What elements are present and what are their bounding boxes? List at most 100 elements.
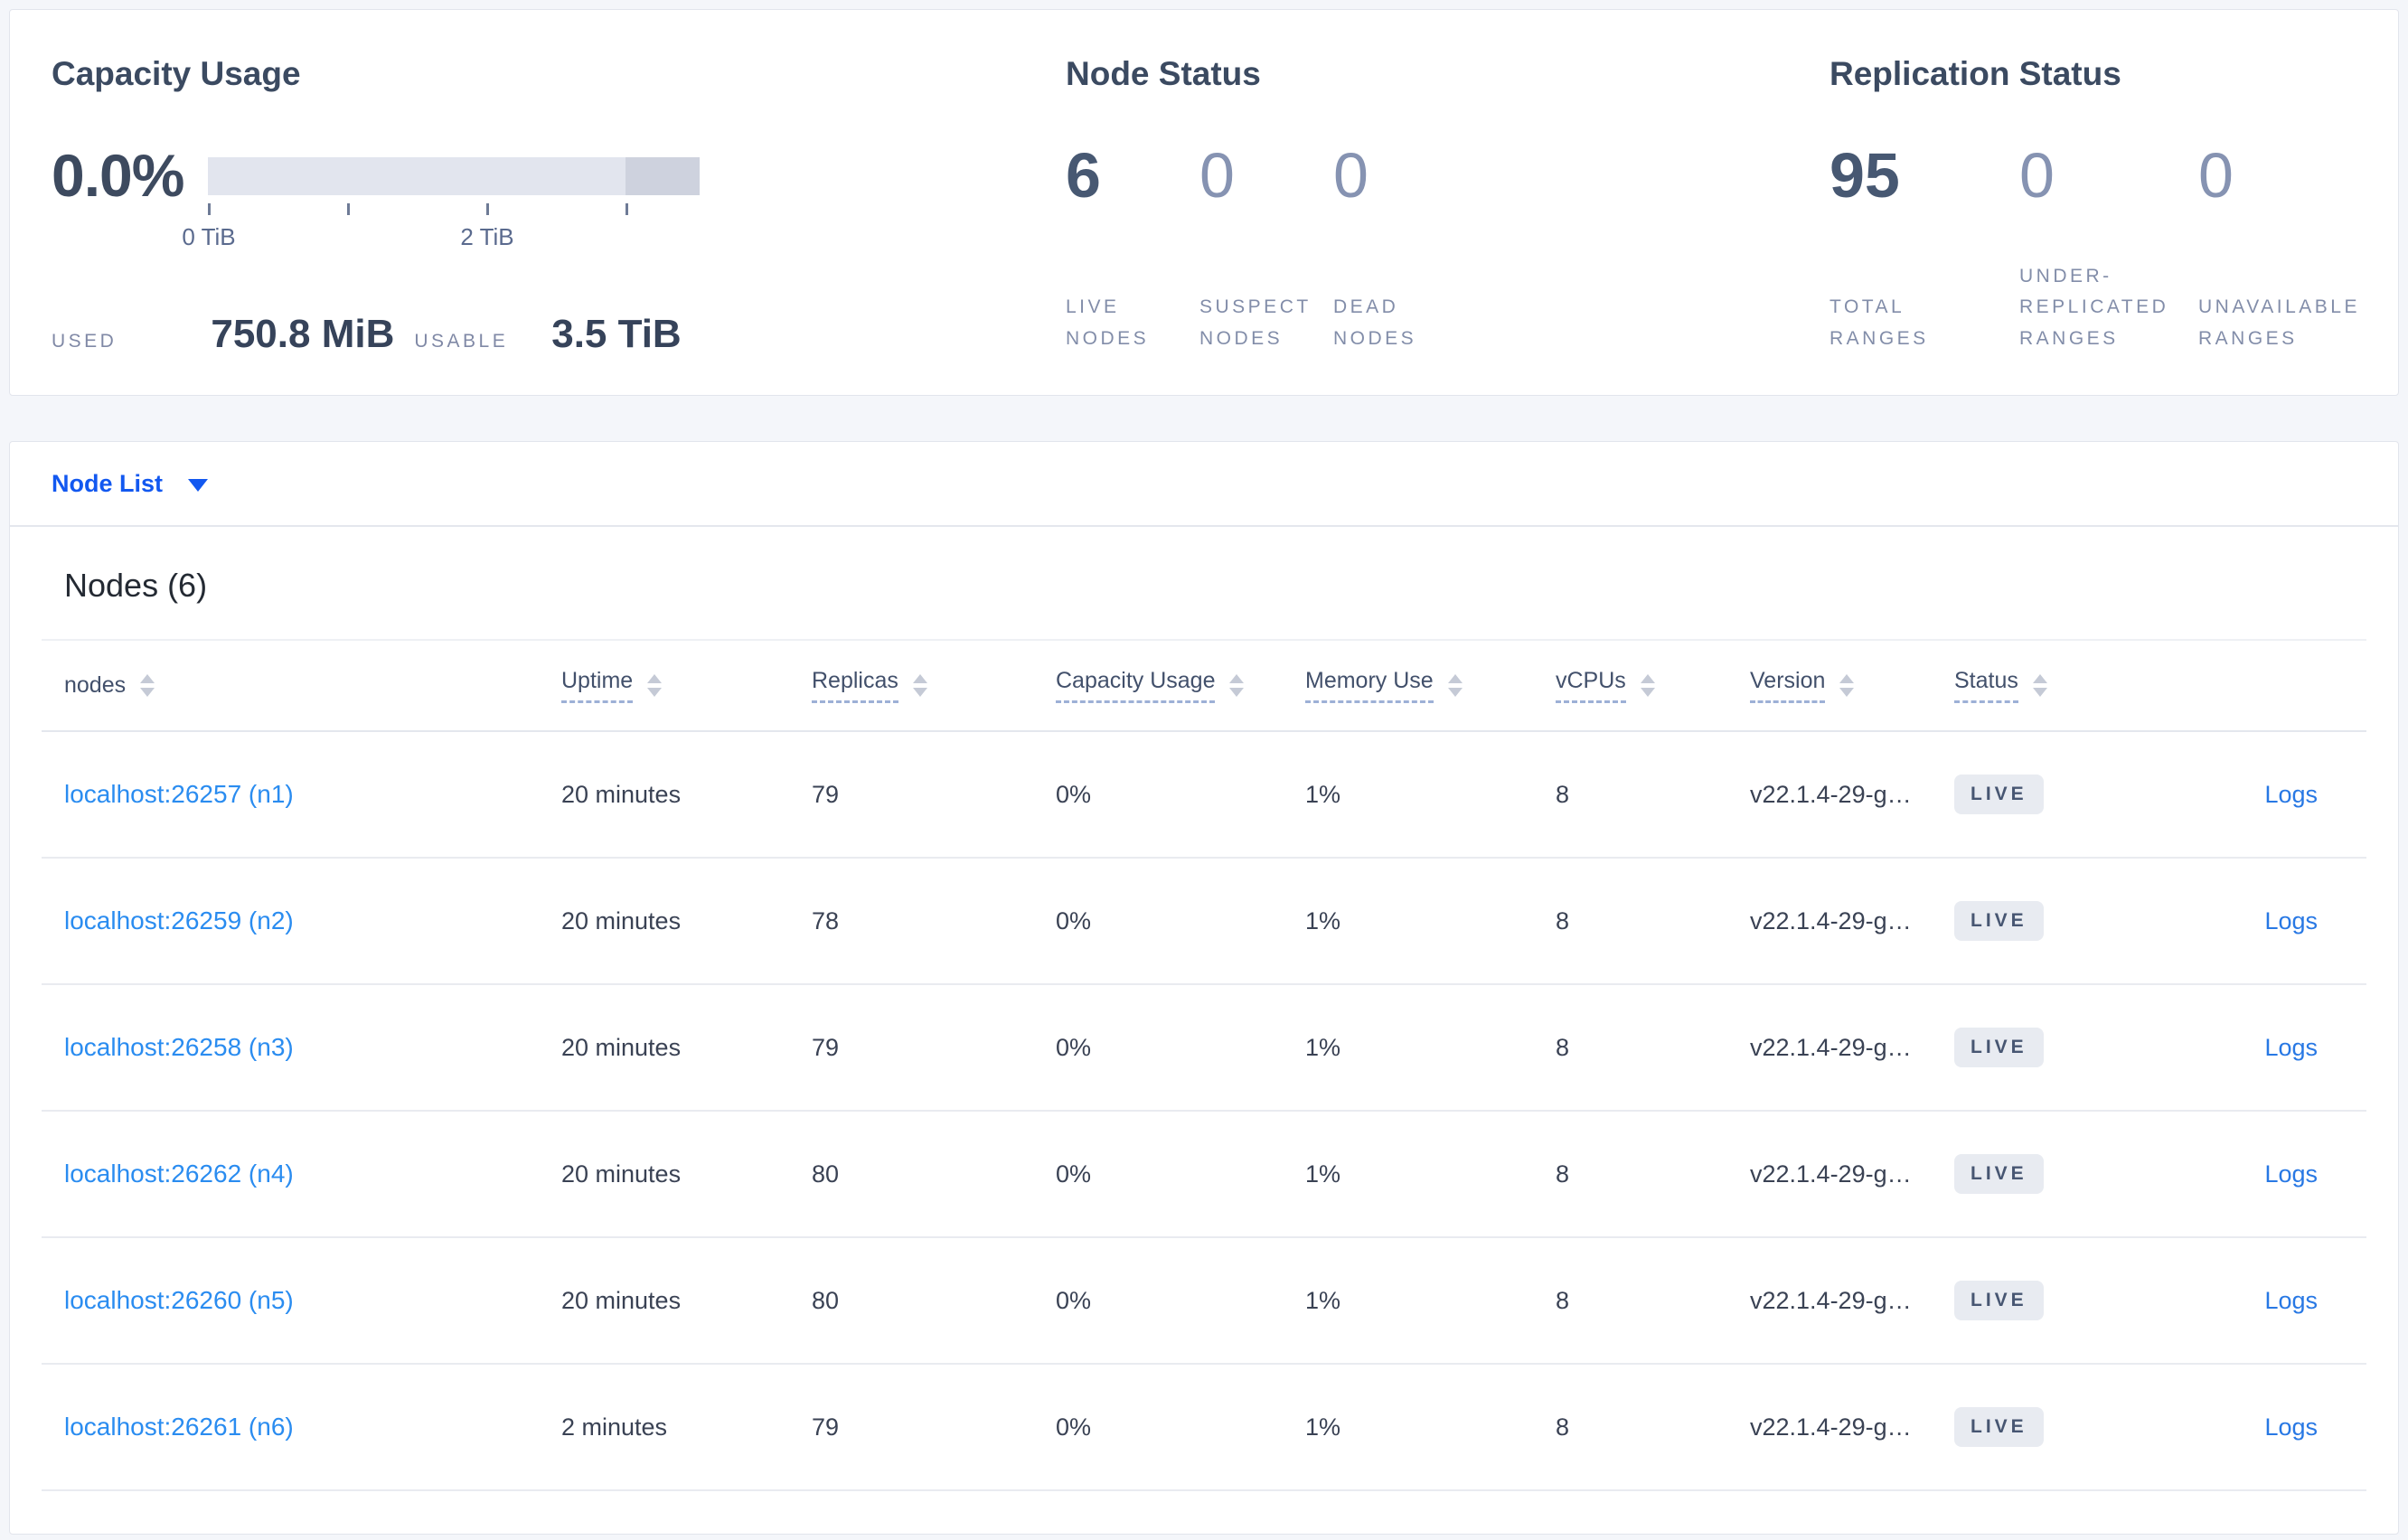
sort-up-arrow-icon (647, 674, 663, 683)
table-row: localhost:26262 (n4) 20 minutes 80 0% 1%… (42, 1112, 2366, 1238)
column-header[interactable]: Replicas (812, 668, 1056, 703)
memory-use-cell: 1% (1305, 906, 1341, 934)
column-header[interactable]: vCPUs (1556, 668, 1750, 703)
node-list-dropdown-label: Node List (52, 469, 164, 497)
stat-label: SUSPECT NODES (1199, 296, 1312, 349)
stat-label: UNAVAILABLE RANGES (2198, 296, 2360, 349)
sort-icon (1839, 674, 1855, 697)
sort-icon (912, 674, 927, 697)
column-header[interactable]: Uptime (561, 668, 812, 703)
uptime-cell: 20 minutes (561, 1286, 682, 1314)
replicas-cell: 80 (812, 1160, 840, 1188)
node-link[interactable]: localhost:26259 (n2) (64, 906, 294, 934)
logs-link[interactable]: Logs (2264, 1287, 2318, 1314)
capacity-usage-cell: 0% (1056, 1413, 1092, 1441)
node-link[interactable]: localhost:26260 (n5) (64, 1286, 294, 1314)
table-row: localhost:26258 (n3) 20 minutes 79 0% 1%… (42, 985, 2366, 1112)
table-row: localhost:26260 (n5) 20 minutes 80 0% 1%… (42, 1238, 2366, 1365)
sort-icon (1640, 674, 1655, 697)
node-status-title: Node Status (1066, 55, 1261, 92)
sort-icon (140, 674, 155, 697)
stat-column: 0 UNAVAILABLE RANGES (2198, 144, 2360, 354)
table-header-row: nodes Uptime Replicas Capacity Usage Mem… (42, 641, 2366, 732)
status-badge: LIVE (1954, 1028, 2044, 1067)
column-header-label: nodes (64, 672, 127, 698)
memory-use-cell: 1% (1305, 1413, 1341, 1441)
sort-down-arrow-icon (2032, 688, 2047, 697)
capacity-usage-cell: 0% (1056, 1033, 1092, 1061)
logs-link[interactable]: Logs (2264, 907, 2318, 934)
vcpus-cell: 8 (1556, 906, 1570, 934)
node-link[interactable]: localhost:26258 (n3) (64, 1033, 294, 1061)
uptime-cell: 2 minutes (561, 1413, 668, 1441)
node-list-dropdown[interactable]: Node List (52, 469, 209, 498)
column-header[interactable]: Status (1954, 668, 2180, 703)
sort-down-arrow-icon (1447, 688, 1463, 697)
version-cell: v22.1.4-29-g… (1750, 1413, 1912, 1441)
capacity-usage-title: Capacity Usage (52, 55, 301, 92)
sort-icon (2032, 674, 2047, 697)
uptime-cell: 20 minutes (561, 906, 682, 934)
logs-link[interactable]: Logs (2264, 1413, 2318, 1441)
sort-up-arrow-icon (1640, 674, 1655, 683)
stat-column: 0 DEAD NODES (1333, 144, 1416, 354)
sort-icon (1447, 674, 1463, 697)
stat-value: 0 (1199, 140, 1235, 211)
stat-label: LIVE NODES (1066, 296, 1150, 349)
column-header-label: Capacity Usage (1056, 668, 1216, 703)
sort-down-arrow-icon (647, 688, 663, 697)
column-header[interactable]: Version (1750, 668, 1954, 703)
sort-down-arrow-icon (1839, 688, 1855, 697)
node-status-stats: 6 LIVE NODES 0 SUSPECT NODES 0 DEAD NODES (1066, 144, 1416, 354)
node-link[interactable]: localhost:26261 (n6) (64, 1413, 294, 1441)
version-cell: v22.1.4-29-g… (1750, 1286, 1912, 1314)
replication-status-title: Replication Status (1830, 55, 2121, 92)
replication-stats: 95 TOTAL RANGES 0 UNDER- REPLICATED RANGES … (1830, 144, 2360, 354)
axis-tick-label: 0 TiB (182, 223, 236, 250)
capacity-bar-highlight-segment (626, 157, 700, 195)
used-value: 750.8 MiB (211, 312, 395, 356)
memory-use-cell: 1% (1305, 780, 1341, 808)
replicas-cell: 78 (812, 906, 840, 934)
stat-label: DEAD NODES (1333, 296, 1417, 349)
table-body: localhost:26257 (n1) 20 minutes 79 0% 1%… (10, 732, 2398, 1491)
uptime-cell: 20 minutes (561, 1160, 682, 1188)
capacity-usage-section: Capacity Usage 0.0% 0 TiB 2 TiB USED 750… (52, 10, 1010, 395)
capacity-usage-cell: 0% (1056, 906, 1092, 934)
replicas-cell: 80 (812, 1286, 840, 1314)
memory-use-cell: 1% (1305, 1160, 1341, 1188)
sort-down-arrow-icon (912, 688, 927, 697)
column-header[interactable]: Capacity Usage (1056, 668, 1305, 703)
version-cell: v22.1.4-29-g… (1750, 1160, 1912, 1188)
node-list-bar: Node List (10, 442, 2398, 527)
sort-up-arrow-icon (140, 674, 155, 683)
stat-value: 95 (1830, 140, 1900, 211)
logs-link[interactable]: Logs (2264, 781, 2318, 808)
axis-tick (208, 203, 211, 215)
stat-label: TOTAL RANGES (1830, 296, 1929, 349)
node-link[interactable]: localhost:26262 (n4) (64, 1160, 294, 1188)
logs-link[interactable]: Logs (2264, 1160, 2318, 1188)
capacity-usage-cell: 0% (1056, 1286, 1092, 1314)
replicas-cell: 79 (812, 1033, 840, 1061)
usable-value: 3.5 TiB (551, 312, 682, 356)
status-badge: LIVE (1954, 1407, 2044, 1447)
axis-tick-label: 2 TiB (460, 223, 514, 250)
axis-tick (626, 203, 628, 215)
status-badge: LIVE (1954, 1281, 2044, 1320)
column-header[interactable]: nodes (42, 672, 561, 699)
sort-icon (1229, 674, 1245, 697)
table-row: localhost:26261 (n6) 2 minutes 79 0% 1% … (42, 1365, 2366, 1491)
vcpus-cell: 8 (1556, 780, 1570, 808)
vcpus-cell: 8 (1556, 1033, 1570, 1061)
logs-link[interactable]: Logs (2264, 1034, 2318, 1061)
column-header[interactable]: Memory Use (1305, 668, 1556, 703)
uptime-cell: 20 minutes (561, 1033, 682, 1061)
column-header-label: Replicas (812, 668, 898, 703)
node-link[interactable]: localhost:26257 (n1) (64, 780, 294, 808)
version-cell: v22.1.4-29-g… (1750, 780, 1912, 808)
stat-value: 0 (2019, 140, 2055, 211)
cluster-overview-page: Capacity Usage 0.0% 0 TiB 2 TiB USED 750… (0, 0, 2408, 1535)
sort-down-arrow-icon (1229, 688, 1245, 697)
memory-use-cell: 1% (1305, 1286, 1341, 1314)
